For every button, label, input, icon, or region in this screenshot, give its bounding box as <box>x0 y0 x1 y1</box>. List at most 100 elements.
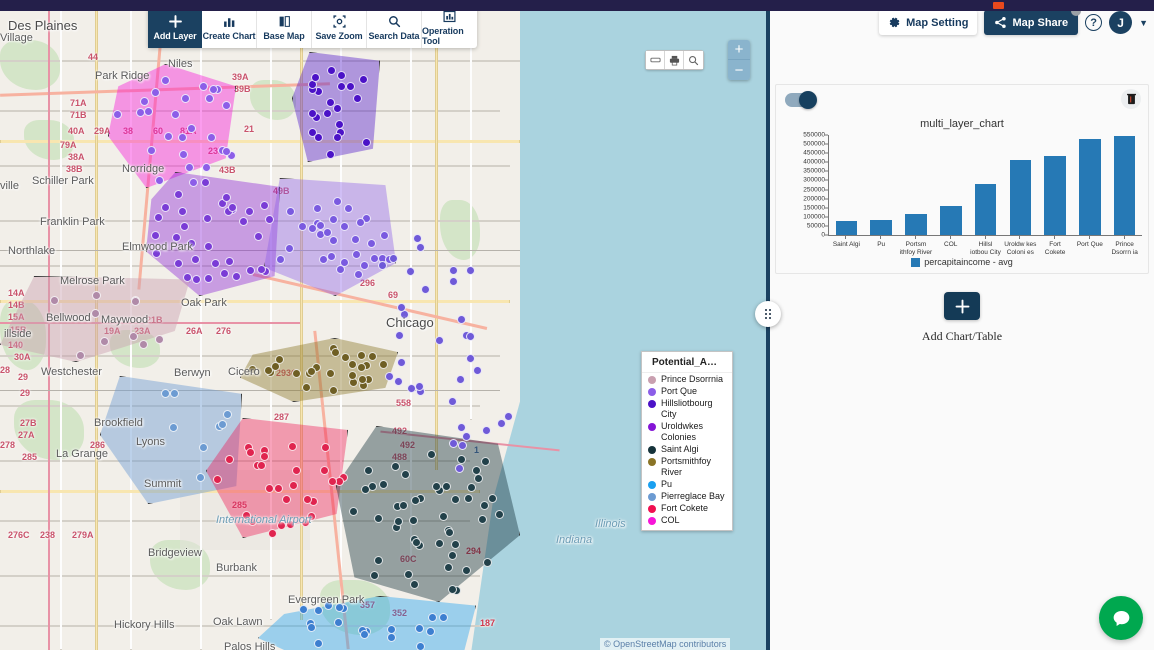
map-setting-label: Map Setting <box>906 16 969 29</box>
legend-entry-label: Portsmithfoy River <box>661 456 712 477</box>
map-place-label: Summit <box>144 478 182 490</box>
legend-entry[interactable]: Prince Dsorrnia <box>642 374 732 385</box>
map-toolbar-item-search-data[interactable]: Search Data <box>367 6 422 48</box>
chart-x-tick-label: Uroldw kes Coloni es <box>1004 241 1037 256</box>
zoom-out-button[interactable]: − <box>728 60 750 80</box>
chart-card: multi_layer_chart 0 50000 100000 150000 2000… <box>775 84 1149 274</box>
chart-x-tick-mark <box>1054 235 1056 239</box>
chart-bar[interactable] <box>1044 155 1066 235</box>
map-place-label: Bridgeview <box>148 547 202 559</box>
map-tools-group[interactable] <box>645 50 704 70</box>
chart-bar-slot[interactable] <box>1038 135 1073 235</box>
map-place-label: Park Ridge <box>95 70 150 82</box>
chart-bar[interactable] <box>870 219 892 235</box>
chart-y-tick-mark <box>825 189 828 191</box>
legend-entry[interactable]: COL <box>642 515 732 526</box>
map-place-label: Melrose Park <box>60 275 125 287</box>
map-toolbar-item-operation-tool[interactable]: Operation Tool <box>422 6 477 48</box>
chat-bubble-icon[interactable] <box>1099 596 1143 640</box>
legend-entry[interactable]: Portsmithfoy River <box>642 456 732 478</box>
delete-chart-button[interactable] <box>1121 89 1141 109</box>
legend-entry[interactable]: Pu <box>642 479 732 490</box>
map-toolbar-item-create-chart[interactable]: Create Chart <box>202 6 257 48</box>
chart-x-tick-mark <box>914 235 916 239</box>
map-view[interactable]: 44 39A 39B 71A 71B 40A 79A 29A 38 60 81A… <box>0 0 768 650</box>
chart-visibility-toggle[interactable] <box>785 91 817 109</box>
plus-icon <box>168 14 182 29</box>
chart-bar[interactable] <box>905 213 927 235</box>
chart-bar-slot[interactable] <box>829 135 864 235</box>
map-toolbar[interactable]: Add Layer Create Chart Base Map Save Zoo… <box>148 6 477 48</box>
map-attribution[interactable]: © OpenStreetMap contributors <box>600 638 731 650</box>
map-legend[interactable]: Potential_A… Prince Dsorrnia Port Que Hill… <box>641 351 733 531</box>
chart-bar[interactable] <box>835 220 858 235</box>
chart-bar-slot[interactable] <box>1107 135 1142 235</box>
chart-y-tick-mark <box>825 179 828 181</box>
legend-entry-label: Prince Dsorrnia <box>661 374 724 384</box>
chart-bar-slot[interactable] <box>1003 135 1038 235</box>
legend-entry-label: Saint Algi <box>661 444 699 454</box>
map-place-label: Cicero <box>228 366 260 378</box>
add-chart-button[interactable] <box>944 292 980 320</box>
legend-color-swatch <box>648 376 656 384</box>
print-icon[interactable] <box>665 51 684 69</box>
chart-bars <box>829 135 1142 235</box>
chart-bar-slot[interactable] <box>968 135 1003 235</box>
map-place-label: Village <box>0 32 33 44</box>
right-panel: Map Setting Map Share ? J ▼ multi_layer_… <box>770 0 1154 650</box>
chart-bar[interactable] <box>974 184 997 235</box>
chart-legend[interactable]: percapitaincome - avg <box>776 257 1148 267</box>
chart-bar[interactable] <box>1079 139 1101 235</box>
chart-y-tick-mark <box>825 216 828 218</box>
panel-resize-handle[interactable] <box>755 301 781 327</box>
legend-entry[interactable]: Hillsliotbourg City <box>642 398 732 420</box>
map-toolbar-item-base-map[interactable]: Base Map <box>257 6 312 48</box>
map-place-label: Hickory Hills <box>114 619 175 631</box>
legend-color-swatch <box>648 493 656 501</box>
legend-entry[interactable]: Pierreglace Bay <box>642 491 732 502</box>
chart-bar[interactable] <box>1113 135 1136 235</box>
chart-bar[interactable] <box>1009 160 1032 235</box>
chart-legend-swatch <box>911 257 921 267</box>
map-place-label: Maywood <box>101 314 149 326</box>
map-toolbar-item-add-layer[interactable]: Add Layer <box>148 6 202 48</box>
help-icon[interactable]: ? <box>1085 14 1103 31</box>
chart-bar-slot[interactable] <box>933 135 968 235</box>
chart-x-tick-label: Portsm ithfoy River <box>899 241 933 256</box>
map-toolbar-item-save-zoom[interactable]: Save Zoom <box>312 6 367 48</box>
panel-header: Map Setting Map Share ? J ▼ <box>879 6 1148 35</box>
map-toolbar-label: Operation Tool <box>422 25 464 46</box>
legend-entries: Prince Dsorrnia Port Que Hillsliotbourg Ci… <box>642 374 732 526</box>
avatar[interactable]: J <box>1109 11 1133 34</box>
add-chart-section: Add Chart/Table <box>770 292 1154 344</box>
map-setting-button[interactable]: Map Setting <box>879 10 978 35</box>
legend-entry[interactable]: Saint Algi <box>642 444 732 455</box>
map-zoom-controls[interactable]: + − <box>728 40 750 80</box>
map-share-button[interactable]: Map Share <box>984 6 1082 35</box>
add-chart-label: Add Chart/Table <box>921 329 1003 343</box>
chart-bar-slot[interactable] <box>864 135 899 235</box>
chart-bar-slot[interactable] <box>1072 135 1107 235</box>
browser-top-strip <box>0 0 1154 11</box>
chart-x-labels: Saint Algi Pu Portsm ithfoy River COL Hillsl… <box>829 241 1142 257</box>
grip-dots-icon <box>765 309 771 319</box>
map-toolbar-label: Create Chart <box>202 30 256 41</box>
legend-color-swatch <box>648 458 656 466</box>
chart-x-tick-label: Prince Dsorrn ia <box>1111 241 1138 256</box>
legend-color-swatch <box>648 446 656 454</box>
zoom-in-button[interactable]: + <box>728 40 750 60</box>
measure-icon[interactable] <box>646 51 665 69</box>
legend-entry-label: COL <box>661 515 680 525</box>
map-place-label: Franklin Park <box>40 216 105 228</box>
legend-entry[interactable]: Uroldwkes Colonies <box>642 421 732 443</box>
legend-entry[interactable]: Port Que <box>642 386 732 397</box>
chart-bar[interactable] <box>939 206 962 235</box>
chart-bar-slot[interactable] <box>899 135 934 235</box>
chart-y-tick-mark <box>825 170 828 172</box>
chart-y-tick-mark <box>825 161 828 163</box>
chevron-down-icon[interactable]: ▼ <box>1139 18 1148 28</box>
chart-y-tick-mark <box>825 234 828 236</box>
search-icon[interactable] <box>684 51 703 69</box>
map-share-label: Map Share <box>1012 16 1069 29</box>
legend-entry[interactable]: Fort Cokete <box>642 503 732 514</box>
